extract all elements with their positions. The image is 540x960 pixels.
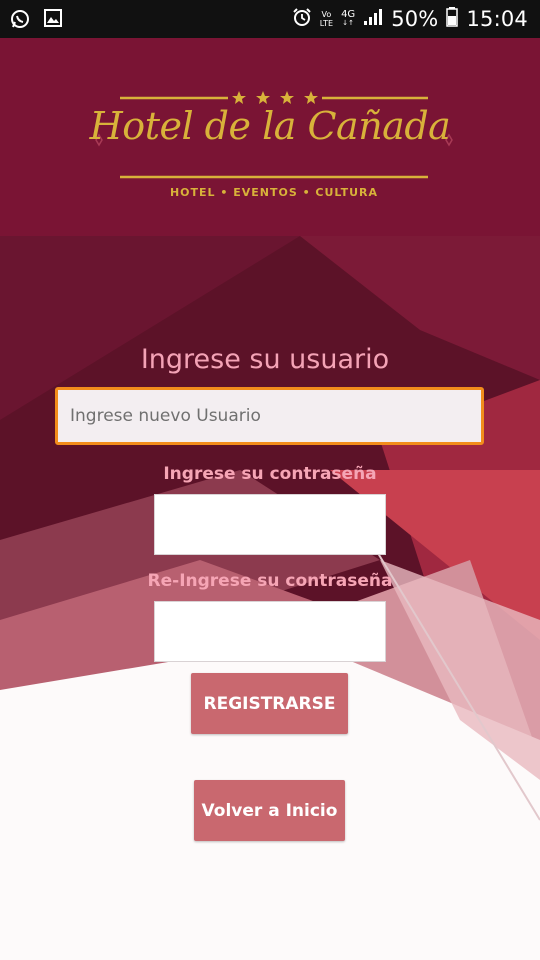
form-title: Ingrese su usuario	[140, 344, 390, 375]
alarm-icon	[292, 7, 312, 31]
clock-time: 15:04	[466, 7, 528, 31]
repassword-label: Re-Ingrese su contraseña	[147, 571, 393, 591]
image-icon	[44, 9, 62, 33]
register-button[interactable]: REGISTRARSE	[191, 673, 348, 734]
back-to-home-button[interactable]: Volver a Inicio	[194, 780, 345, 841]
username-input[interactable]	[55, 387, 484, 445]
status-bar: Vo LTE 4G ↓↑ 50% 15:04	[0, 0, 540, 38]
app-screen: Vo LTE 4G ↓↑ 50% 15:04 Hotel de la Cañad…	[0, 0, 540, 960]
battery-icon	[446, 7, 459, 31]
password-label: Ingrese su contraseña	[163, 464, 377, 484]
network-type: 4G ↓↑	[341, 9, 356, 28]
repassword-input[interactable]	[154, 601, 386, 662]
battery-percent: 50%	[391, 7, 439, 31]
password-input[interactable]	[154, 494, 386, 555]
volte-indicator: Vo LTE	[319, 10, 334, 28]
register-form: Ingrese su usuario Ingrese su contraseña…	[0, 0, 540, 960]
whatsapp-icon	[10, 9, 30, 33]
signal-icon	[363, 8, 383, 30]
